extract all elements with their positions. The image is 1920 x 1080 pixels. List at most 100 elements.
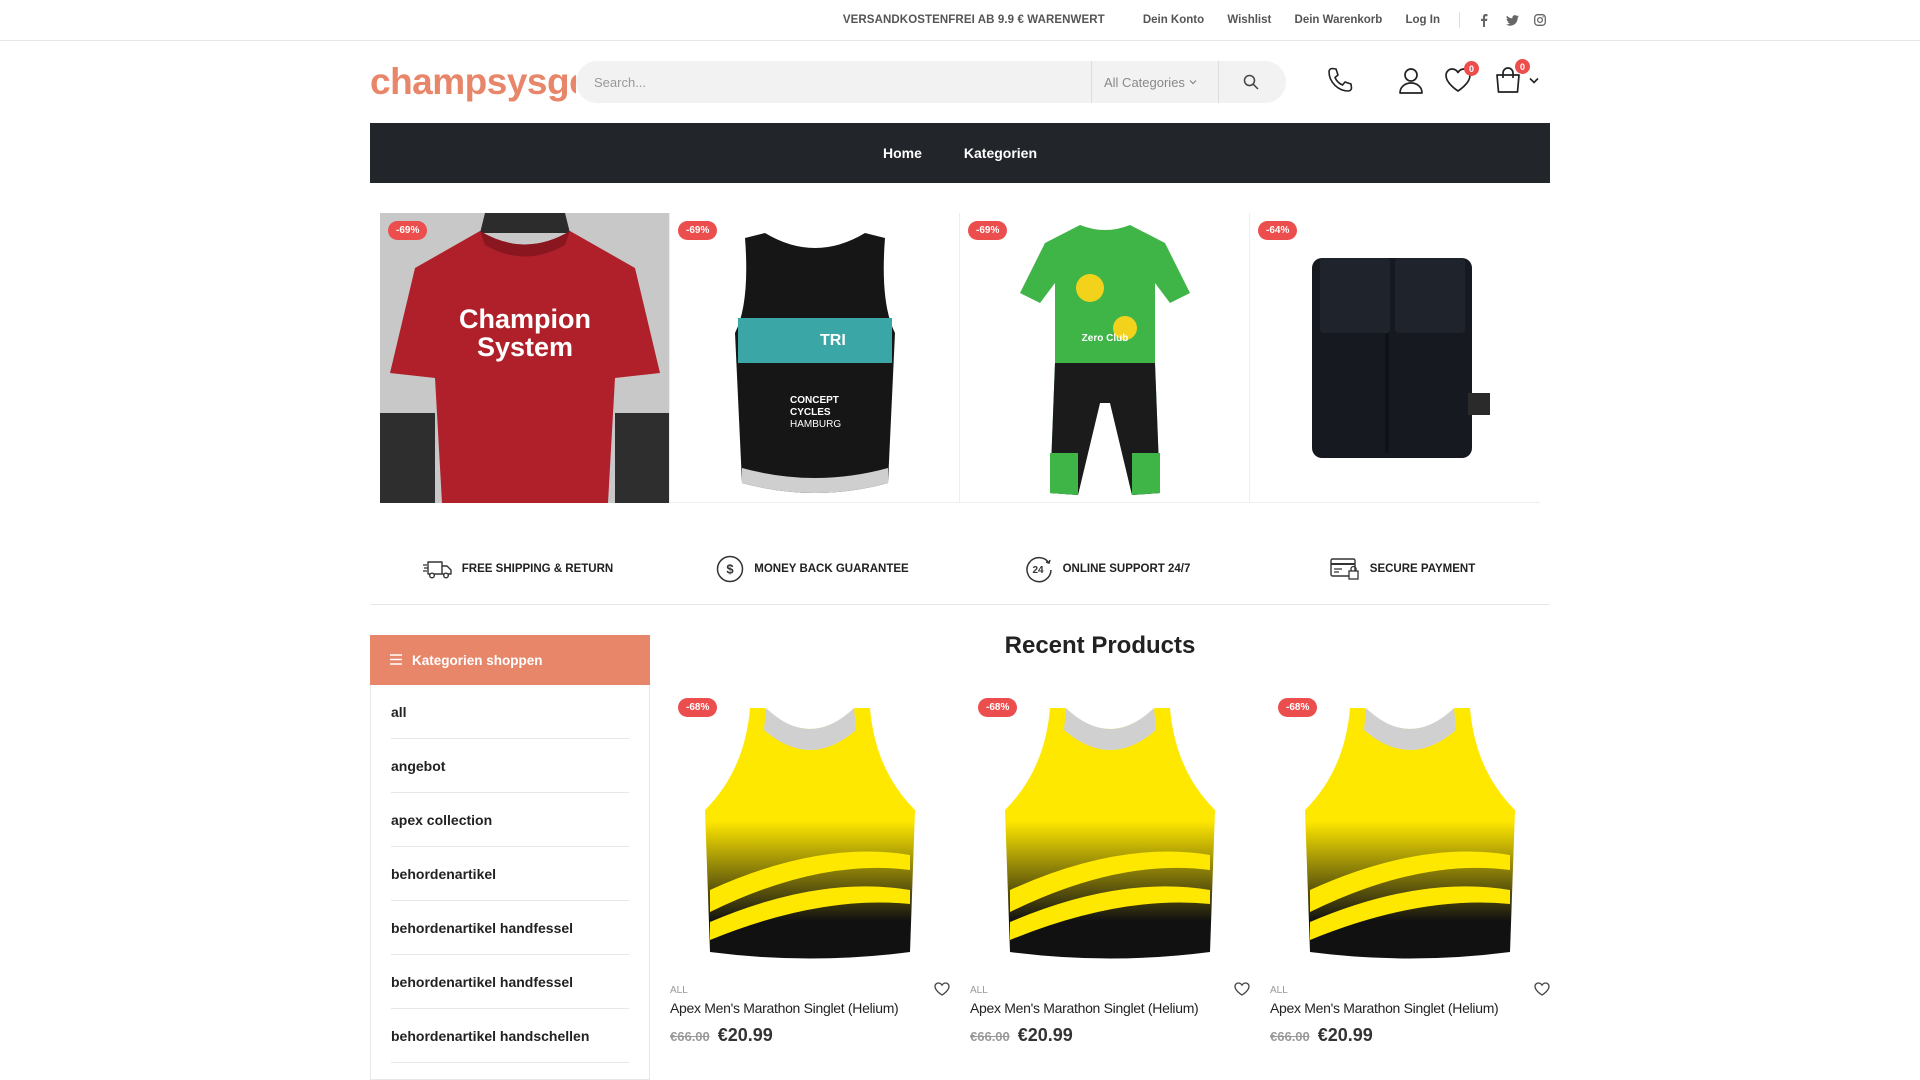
search-button[interactable] bbox=[1219, 61, 1283, 103]
svg-text:CONCEPT: CONCEPT bbox=[790, 395, 839, 406]
service-features: FREE SHIPPING & RETURN $ MONEY BACK GUAR… bbox=[370, 533, 1550, 605]
category-select-label: All Categories bbox=[1104, 74, 1185, 90]
sidebar-item-behordenartikel-handschellen[interactable]: behordenartikel handschellen bbox=[391, 1009, 629, 1063]
svg-text:Zero Club: Zero Club bbox=[1082, 333, 1129, 344]
svg-text:System: System bbox=[477, 332, 573, 362]
nav-home[interactable]: Home bbox=[883, 145, 922, 161]
link-login[interactable]: Log In bbox=[1406, 14, 1441, 26]
link-account[interactable]: Dein Konto bbox=[1143, 14, 1204, 26]
svg-text:24: 24 bbox=[1032, 565, 1044, 576]
facebook-icon[interactable] bbox=[1477, 13, 1491, 27]
category-list: all angebot apex collection behordenarti… bbox=[371, 685, 649, 1063]
sidebar-item-behordenartikel-handfessel[interactable]: behordenartikel handfessel bbox=[391, 901, 629, 955]
sidebar-item-behordenartikel[interactable]: behordenartikel bbox=[391, 847, 629, 901]
phone-icon[interactable] bbox=[1325, 65, 1355, 95]
heart-icon[interactable] bbox=[1234, 982, 1250, 1001]
discount-badge: -68% bbox=[678, 698, 718, 717]
search-input[interactable] bbox=[576, 61, 1091, 103]
recent-products-title: Recent Products bbox=[1004, 632, 1196, 659]
discount-badge: -68% bbox=[978, 698, 1018, 717]
product-image bbox=[1312, 258, 1490, 458]
feature-label: SECURE PAYMENT bbox=[1369, 562, 1476, 575]
discount-badge: -69% bbox=[678, 221, 718, 240]
shipping-promo: VERSANDKOSTENFREI AB 9.9 € WARENWERT bbox=[842, 14, 1105, 26]
main-nav: Home Kategorien bbox=[370, 123, 1550, 183]
featured-product-3[interactable]: -69% Zero Club bbox=[960, 213, 1250, 503]
old-price: €66.00 bbox=[970, 1029, 1010, 1044]
product-name[interactable]: Apex Men's Marathon Singlet (Helium) bbox=[1270, 1000, 1499, 1016]
product-card[interactable]: -68% ALL Apex Men's Marathon Singlet (He… bbox=[670, 690, 950, 1080]
feature-label: ONLINE SUPPORT 24/7 bbox=[1062, 562, 1191, 575]
twitter-icon[interactable] bbox=[1505, 13, 1519, 27]
product-image: Champion System bbox=[380, 213, 669, 503]
product-image-wrap[interactable]: -68% bbox=[670, 690, 950, 960]
sale-price: €20.99 bbox=[1017, 1025, 1073, 1045]
wishlist-count-badge: 0 bbox=[1464, 61, 1479, 76]
sidebar-item-apex-collection[interactable]: apex collection bbox=[391, 793, 629, 847]
heart-icon[interactable] bbox=[934, 982, 950, 1001]
feature-label: FREE SHIPPING & RETURN bbox=[461, 562, 614, 575]
featured-product-1[interactable]: -69% Champion System bbox=[380, 213, 670, 503]
product-card[interactable]: -68% ALL Apex Men's Marathon Singlet (He… bbox=[970, 690, 1250, 1080]
product-card[interactable]: -68% ALL Apex Men's Marathon Singlet (He… bbox=[1270, 690, 1550, 1080]
instagram-icon[interactable] bbox=[1533, 13, 1547, 27]
category-select[interactable]: All Categories bbox=[1091, 61, 1219, 103]
header-icons: 0 0 bbox=[1325, 59, 1539, 95]
divider bbox=[1459, 12, 1460, 28]
category-sidebar: Kategorien shoppen all angebot apex coll… bbox=[370, 635, 650, 1080]
old-price: €66.00 bbox=[670, 1029, 710, 1044]
discount-badge: -64% bbox=[1258, 221, 1298, 240]
product-category[interactable]: ALL bbox=[970, 985, 988, 996]
social-links bbox=[1477, 13, 1547, 27]
product-prices: €66.00 €20.99 bbox=[970, 1025, 1073, 1046]
old-price: €66.00 bbox=[1270, 1029, 1310, 1044]
cart-icon[interactable]: 0 bbox=[1493, 59, 1530, 95]
svg-text:$: $ bbox=[727, 561, 735, 576]
product-image-wrap[interactable]: -68% bbox=[1270, 690, 1550, 960]
product-name[interactable]: Apex Men's Marathon Singlet (Helium) bbox=[970, 1000, 1199, 1016]
product-prices: €66.00 €20.99 bbox=[1270, 1025, 1373, 1046]
product-category[interactable]: ALL bbox=[1270, 985, 1288, 996]
sidebar-item-all[interactable]: all bbox=[391, 685, 629, 739]
chevron-down-icon[interactable] bbox=[1529, 77, 1539, 84]
wishlist-icon[interactable]: 0 bbox=[1444, 61, 1479, 93]
featured-product-2[interactable]: -69% TRI CONCEPT CYCLES HAMBURG bbox=[670, 213, 960, 503]
link-cart[interactable]: Dein Warenkorb bbox=[1295, 14, 1383, 26]
discount-badge: -68% bbox=[1278, 698, 1318, 717]
feature-shipping: FREE SHIPPING & RETURN bbox=[370, 533, 665, 604]
heart-icon[interactable] bbox=[1534, 982, 1550, 1001]
secure-card-icon bbox=[1330, 557, 1359, 580]
discount-badge: -69% bbox=[388, 221, 428, 240]
featured-product-4[interactable]: -64% bbox=[1250, 213, 1540, 503]
site-logo[interactable]: champsysgear bbox=[370, 61, 576, 103]
product-image bbox=[1005, 708, 1215, 959]
top-bar: VERSANDKOSTENFREI AB 9.9 € WARENWERT Dei… bbox=[0, 0, 1920, 41]
link-wishlist[interactable]: Wishlist bbox=[1227, 14, 1271, 26]
svg-text:Champion: Champion bbox=[459, 304, 591, 334]
product-image bbox=[1305, 708, 1515, 959]
featured-products: -69% Champion System -69% TRI CONCEPT CY… bbox=[380, 213, 1540, 503]
search-bar: All Categories bbox=[576, 61, 1286, 103]
svg-text:TRI: TRI bbox=[820, 332, 846, 349]
product-name[interactable]: Apex Men's Marathon Singlet (Helium) bbox=[670, 1000, 899, 1016]
product-image: Zero Club bbox=[1020, 225, 1190, 495]
sidebar-item-angebot[interactable]: angebot bbox=[391, 739, 629, 793]
feature-support: 24 ONLINE SUPPORT 24/7 bbox=[960, 533, 1255, 604]
nav-kategorien[interactable]: Kategorien bbox=[964, 145, 1037, 161]
feature-secure-payment: SECURE PAYMENT bbox=[1255, 533, 1550, 604]
sidebar-item-behordenartikel-handfessel-2[interactable]: behordenartikel handfessel bbox=[391, 955, 629, 1009]
product-category[interactable]: ALL bbox=[670, 985, 688, 996]
sale-price: €20.99 bbox=[717, 1025, 773, 1045]
menu-icon bbox=[390, 652, 402, 669]
product-image-wrap[interactable]: -68% bbox=[970, 690, 1250, 960]
account-links: Dein Konto Wishlist Dein Warenkorb Log I… bbox=[1143, 14, 1440, 26]
header: champsysgear All Categories 0 0 bbox=[0, 41, 1920, 123]
user-icon[interactable] bbox=[1397, 66, 1425, 94]
feature-label: MONEY BACK GUARANTEE bbox=[754, 562, 909, 575]
svg-text:HAMBURG: HAMBURG bbox=[790, 419, 841, 430]
svg-text:CYCLES: CYCLES bbox=[790, 407, 831, 418]
chevron-down-icon bbox=[1189, 77, 1197, 87]
support-24-icon: 24 bbox=[1025, 556, 1052, 582]
sidebar-title: Kategorien shoppen bbox=[412, 652, 543, 668]
sidebar-header[interactable]: Kategorien shoppen bbox=[370, 635, 650, 685]
